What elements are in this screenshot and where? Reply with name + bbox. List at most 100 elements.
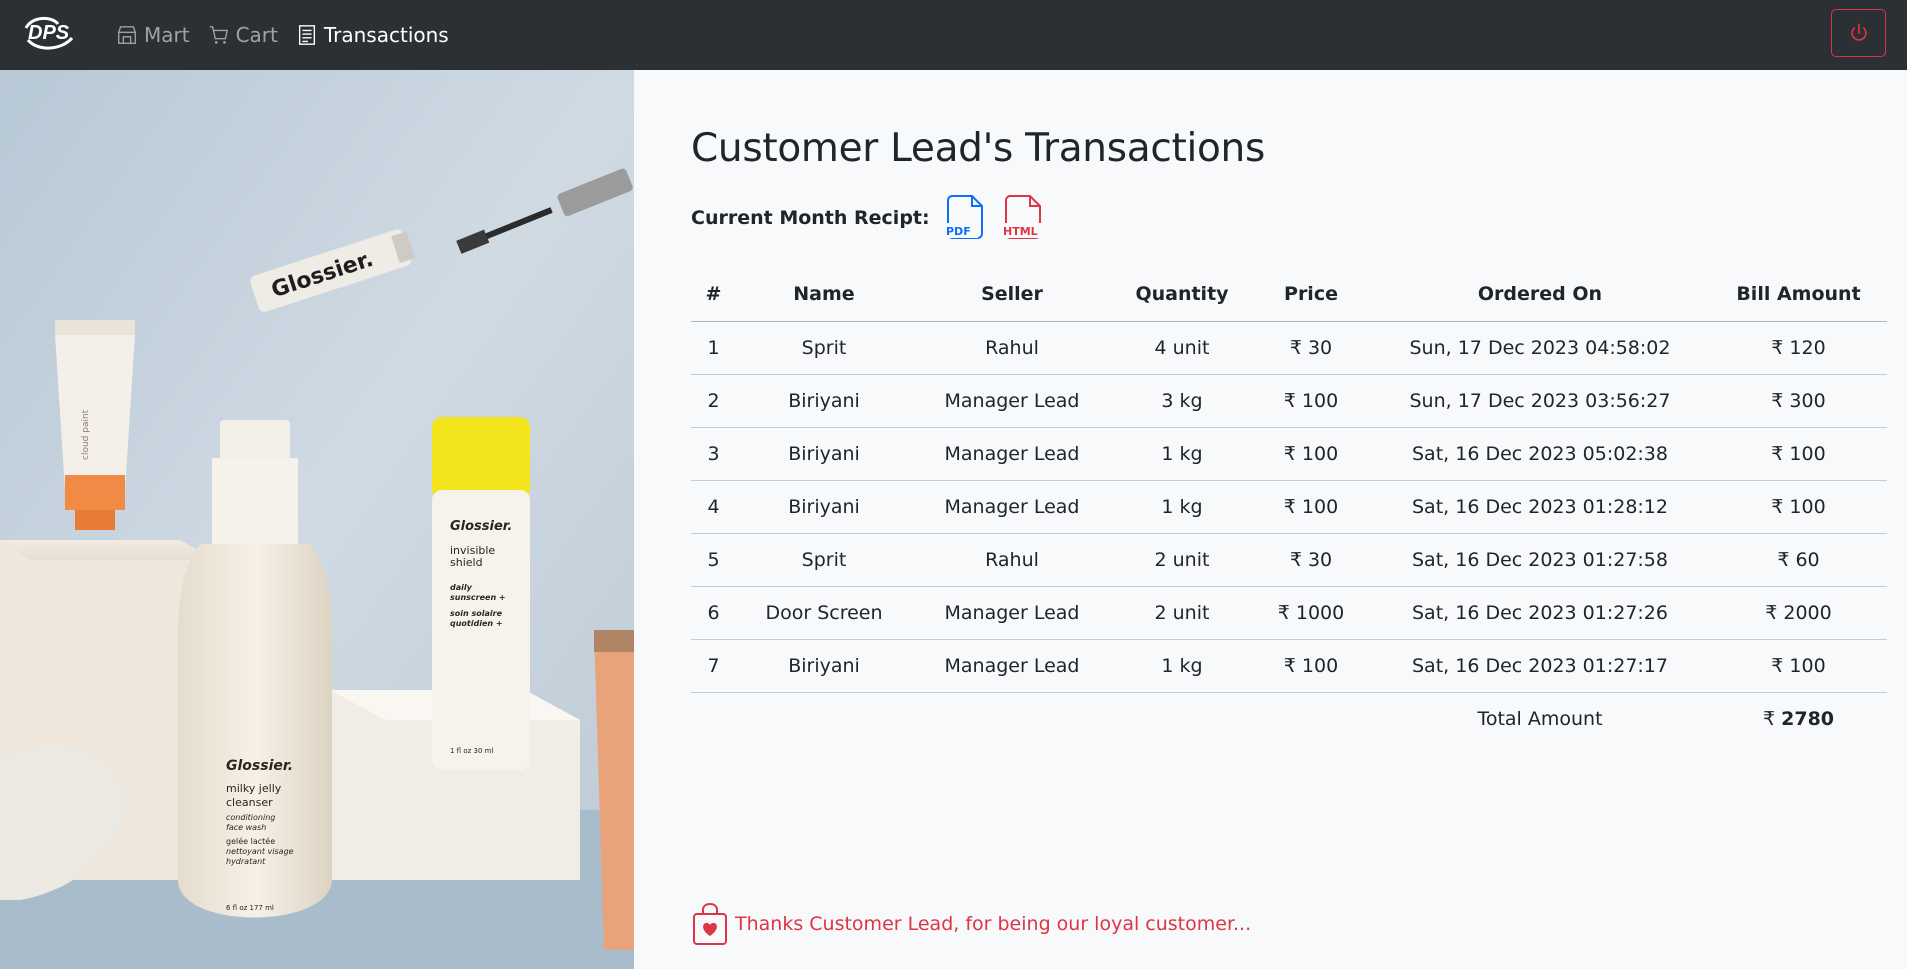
cell-name: Biriyani bbox=[736, 480, 912, 534]
col-header-index: # bbox=[691, 268, 736, 322]
cell-ordered-on: Sun, 17 Dec 2023 03:56:27 bbox=[1370, 374, 1710, 428]
cell-seller: Rahul bbox=[912, 533, 1112, 587]
brand-logo[interactable]: DPS bbox=[22, 14, 80, 54]
svg-text:sunscreen +: sunscreen + bbox=[450, 593, 506, 602]
col-header-quantity: Quantity bbox=[1112, 268, 1252, 322]
svg-text:hydratant: hydratant bbox=[226, 857, 266, 866]
col-header-ordered-on: Ordered On bbox=[1370, 268, 1710, 322]
cell-bill-amount: ₹ 100 bbox=[1710, 639, 1887, 693]
cell-bill-amount: ₹ 100 bbox=[1710, 480, 1887, 534]
cell-ordered-on: Sat, 16 Dec 2023 05:02:38 bbox=[1370, 427, 1710, 481]
logout-button[interactable] bbox=[1831, 9, 1886, 57]
cell-price: ₹ 1000 bbox=[1252, 586, 1370, 640]
col-header-price: Price bbox=[1252, 268, 1370, 322]
table-row: 6 Door Screen Manager Lead 2 unit ₹ 1000… bbox=[691, 586, 1887, 640]
cell-ordered-on: Sat, 16 Dec 2023 01:27:58 bbox=[1370, 533, 1710, 587]
navbar: DPS Mart Cart Transactions bbox=[0, 0, 1907, 70]
cell-price: ₹ 100 bbox=[1252, 480, 1370, 534]
cell-price: ₹ 30 bbox=[1252, 321, 1370, 375]
svg-text:PDF: PDF bbox=[946, 225, 971, 238]
cell-price: ₹ 100 bbox=[1252, 427, 1370, 481]
cell-bill-amount: ₹ 2000 bbox=[1710, 586, 1887, 640]
total-value: 2780 bbox=[1781, 707, 1835, 730]
svg-text:daily: daily bbox=[450, 583, 473, 592]
cell-name: Sprit bbox=[736, 321, 912, 375]
hero-product-image: cloud paint Glossier. Glossier. milky je… bbox=[0, 70, 634, 969]
svg-text:HTML: HTML bbox=[1003, 225, 1038, 238]
svg-text:6 fl oz 177 ml: 6 fl oz 177 ml bbox=[226, 904, 274, 912]
col-header-bill-amount: Bill Amount bbox=[1710, 268, 1887, 322]
thanks-message: Thanks Customer Lead, for being our loya… bbox=[691, 902, 1251, 946]
cell-ordered-on: Sat, 16 Dec 2023 01:27:17 bbox=[1370, 639, 1710, 693]
svg-text:face wash: face wash bbox=[226, 823, 266, 832]
cell-bill-amount: ₹ 100 bbox=[1710, 427, 1887, 481]
svg-text:conditioning: conditioning bbox=[226, 813, 275, 822]
cell-index: 2 bbox=[691, 374, 736, 428]
shop-icon bbox=[117, 26, 137, 44]
receipt-download-row: Current Month Recipt: PDF HTML bbox=[691, 194, 1046, 242]
cell-price: ₹ 100 bbox=[1252, 374, 1370, 428]
cell-name: Door Screen bbox=[736, 586, 912, 640]
cell-quantity: 2 unit bbox=[1112, 533, 1252, 587]
svg-text:Glossier.: Glossier. bbox=[226, 758, 293, 774]
receipt-icon bbox=[298, 25, 315, 45]
table-row: 2 Biriyani Manager Lead 3 kg ₹ 100 Sun, … bbox=[691, 374, 1887, 428]
pdf-download-icon[interactable]: PDF bbox=[943, 194, 988, 242]
brand-logo-icon: DPS bbox=[24, 17, 74, 50]
transactions-panel: Customer Lead's Transactions Current Mon… bbox=[634, 70, 1907, 969]
cell-index: 1 bbox=[691, 321, 736, 375]
svg-text:cloud paint: cloud paint bbox=[81, 409, 91, 460]
nav-transactions[interactable]: Transactions bbox=[296, 23, 449, 47]
cell-seller: Manager Lead bbox=[912, 480, 1112, 534]
html-download-icon[interactable]: HTML bbox=[1001, 194, 1046, 242]
transactions-table: # Name Seller Quantity Price Ordered On … bbox=[691, 268, 1887, 745]
cell-quantity: 4 unit bbox=[1112, 321, 1252, 375]
cell-price: ₹ 100 bbox=[1252, 639, 1370, 693]
cell-index: 4 bbox=[691, 480, 736, 534]
cell-quantity: 1 kg bbox=[1112, 480, 1252, 534]
cell-index: 7 bbox=[691, 639, 736, 693]
cart-icon bbox=[209, 26, 228, 44]
nav-links: Mart Cart Transactions bbox=[116, 0, 449, 70]
svg-text:soin solaire: soin solaire bbox=[450, 609, 503, 618]
cell-quantity: 2 unit bbox=[1112, 586, 1252, 640]
power-icon bbox=[1850, 23, 1867, 41]
svg-text:Glossier.: Glossier. bbox=[450, 519, 512, 534]
table-row: 7 Biriyani Manager Lead 1 kg ₹ 100 Sat, … bbox=[691, 639, 1887, 693]
total-amount: ₹ 2780 bbox=[1710, 692, 1887, 745]
nav-mart[interactable]: Mart bbox=[116, 23, 190, 47]
nav-mart-label: Mart bbox=[144, 23, 190, 47]
shopping-bag-heart-icon bbox=[693, 902, 727, 945]
cell-seller: Manager Lead bbox=[912, 427, 1112, 481]
cell-quantity: 1 kg bbox=[1112, 427, 1252, 481]
nav-transactions-label: Transactions bbox=[323, 23, 449, 47]
cell-bill-amount: ₹ 60 bbox=[1710, 533, 1887, 587]
cell-quantity: 3 kg bbox=[1112, 374, 1252, 428]
nav-cart[interactable]: Cart bbox=[208, 23, 278, 47]
cell-name: Biriyani bbox=[736, 427, 912, 481]
table-row: 4 Biriyani Manager Lead 1 kg ₹ 100 Sat, … bbox=[691, 480, 1887, 534]
page-title: Customer Lead's Transactions bbox=[691, 126, 1265, 171]
col-header-name: Name bbox=[736, 268, 912, 322]
cell-quantity: 1 kg bbox=[1112, 639, 1252, 693]
cell-bill-amount: ₹ 300 bbox=[1710, 374, 1887, 428]
cell-seller: Manager Lead bbox=[912, 639, 1112, 693]
total-currency: ₹ bbox=[1762, 707, 1776, 730]
cell-ordered-on: Sun, 17 Dec 2023 04:58:02 bbox=[1370, 321, 1710, 375]
cell-name: Sprit bbox=[736, 533, 912, 587]
cell-seller: Manager Lead bbox=[912, 586, 1112, 640]
cell-price: ₹ 30 bbox=[1252, 533, 1370, 587]
svg-text:DPS: DPS bbox=[28, 22, 70, 44]
cell-name: Biriyani bbox=[736, 639, 912, 693]
total-row: Total Amount ₹ 2780 bbox=[691, 692, 1887, 745]
cell-ordered-on: Sat, 16 Dec 2023 01:28:12 bbox=[1370, 480, 1710, 534]
total-label: Total Amount bbox=[1477, 707, 1603, 730]
svg-text:1 fl oz 30 ml: 1 fl oz 30 ml bbox=[450, 747, 493, 755]
product-photo-illustration: cloud paint Glossier. Glossier. milky je… bbox=[0, 70, 634, 969]
thanks-text: Thanks Customer Lead, for being our loya… bbox=[735, 913, 1252, 935]
table-header-row: # Name Seller Quantity Price Ordered On … bbox=[691, 268, 1887, 322]
cell-bill-amount: ₹ 120 bbox=[1710, 321, 1887, 375]
svg-text:gelée lactée: gelée lactée bbox=[226, 836, 275, 846]
table-row: 5 Sprit Rahul 2 unit ₹ 30 Sat, 16 Dec 20… bbox=[691, 533, 1887, 587]
cell-seller: Rahul bbox=[912, 321, 1112, 375]
